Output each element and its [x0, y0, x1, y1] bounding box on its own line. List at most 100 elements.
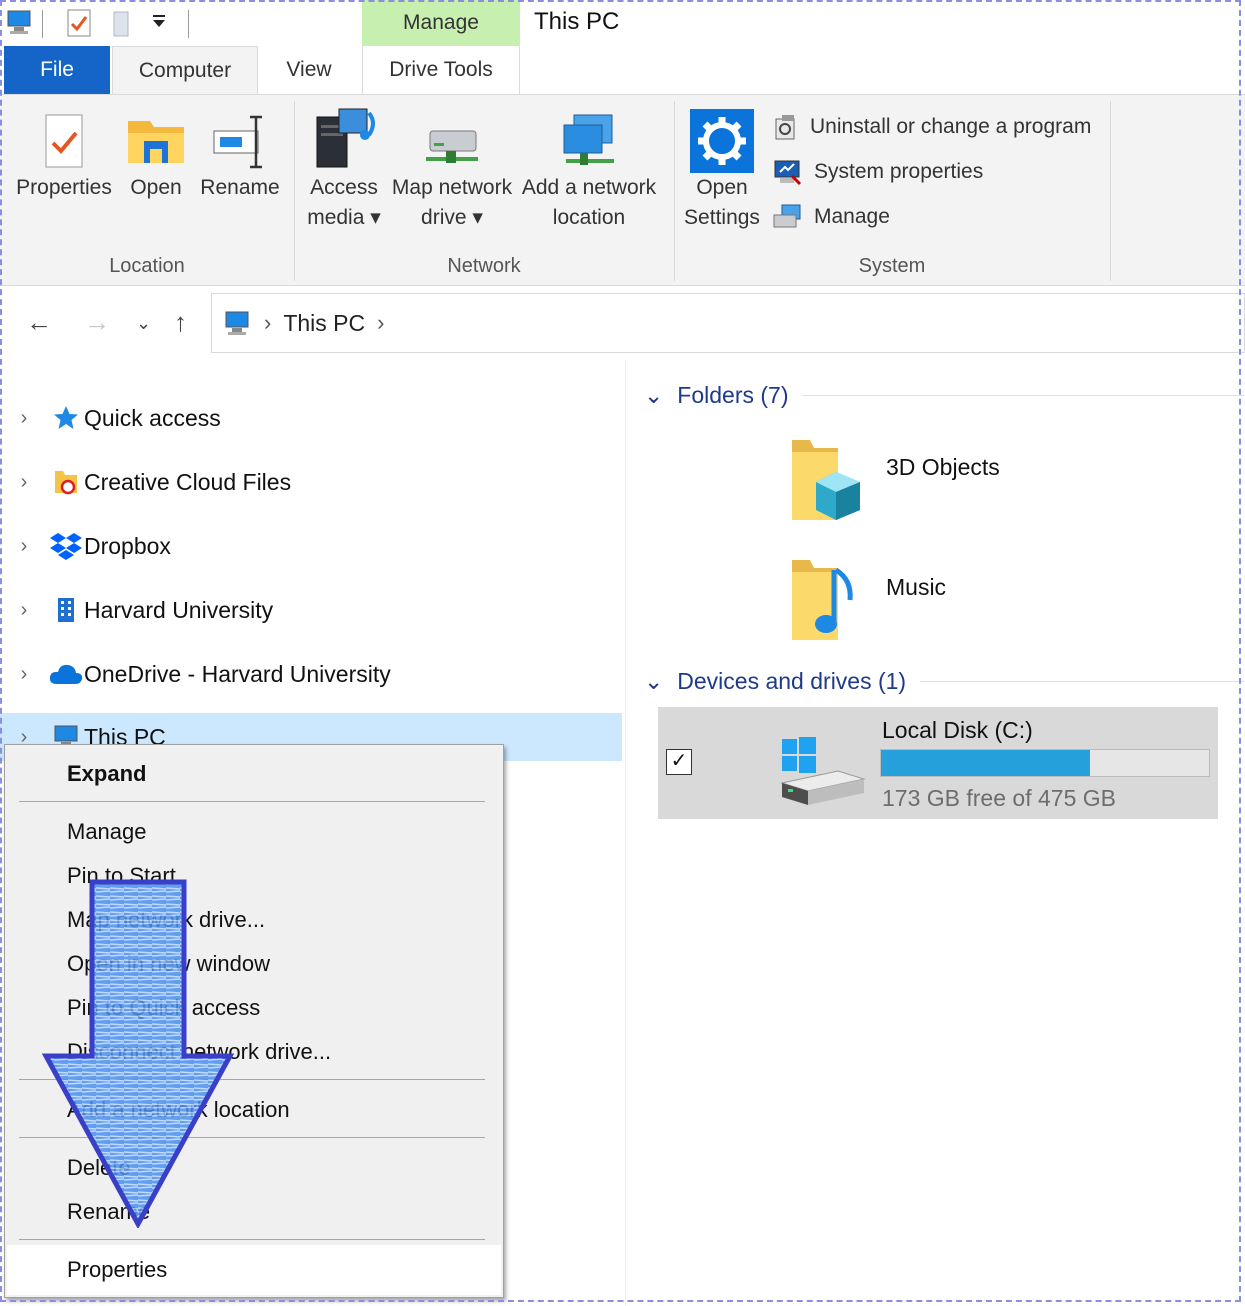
breadcrumb-this-pc[interactable]: This PC — [283, 310, 365, 337]
separator — [188, 10, 189, 38]
music-folder-icon — [792, 560, 853, 640]
nav-item-onedrive[interactable]: › OneDrive - Harvard University — [0, 650, 622, 698]
menu-separator — [19, 1239, 485, 1240]
collapse-chevron-icon[interactable]: ⌄ — [644, 382, 663, 409]
computer-icon — [4, 8, 34, 41]
menu-item-properties[interactable]: Properties — [67, 1257, 167, 1283]
devices-group-header[interactable]: ⌄ Devices and drives (1) — [644, 668, 1244, 695]
down-arrow-annotation-icon — [41, 879, 235, 1228]
separator — [1110, 101, 1111, 281]
properties-check-icon[interactable] — [66, 8, 92, 43]
rename-button[interactable]: Rename — [198, 111, 282, 203]
group-system-label: System — [858, 255, 926, 277]
windows-drive-icon — [780, 737, 866, 805]
devices-header-label: Devices and drives (1) — [677, 668, 907, 694]
manage-label: Manage — [814, 205, 890, 228]
separator — [42, 10, 43, 38]
add-location-label-1: Add a network — [521, 176, 657, 199]
drive-usage-bar — [880, 749, 1210, 777]
separator — [294, 101, 295, 281]
map-drive-label-2: drive ▾ — [421, 206, 483, 229]
drive-free-space: 173 GB free of 475 GB — [882, 785, 1116, 811]
menu-item-manage[interactable]: Manage — [67, 819, 147, 845]
properties-icon — [45, 114, 83, 168]
folders-group-header[interactable]: ⌄ Folders (7) — [644, 382, 1244, 409]
tab-file[interactable]: File — [4, 46, 110, 94]
3d-objects-folder-icon — [792, 440, 860, 520]
creative-cloud-folder-icon — [48, 467, 84, 497]
computer-icon — [225, 311, 249, 335]
window-title: This PC — [534, 8, 620, 35]
properties-button[interactable]: Properties — [12, 111, 116, 203]
tab-drive-tools[interactable]: Drive Tools — [362, 46, 520, 94]
address-bar[interactable]: › This PC › — [211, 293, 1245, 353]
system-properties-icon — [774, 160, 802, 186]
group-location-label: Location — [109, 255, 185, 277]
expand-chevron-icon[interactable]: › — [0, 471, 48, 494]
drive-local-disk-c[interactable]: ✓ Local Disk (C:) 173 GB free of 475 GB — [658, 707, 1218, 819]
network-location-icon — [563, 114, 614, 165]
open-settings-label-2: Settings — [684, 206, 760, 229]
system-properties-button[interactable]: System properties — [772, 158, 983, 186]
nav-label: Dropbox — [84, 532, 171, 559]
divider — [802, 395, 1244, 396]
expand-chevron-icon[interactable]: › — [0, 663, 48, 686]
content-pane: ⌄ Folders (7) 3D Objects Music ⌄ Devices… — [626, 360, 1245, 1306]
collapse-chevron-icon[interactable]: ⌄ — [644, 668, 663, 695]
recent-locations-chevron-icon[interactable]: ⌄ — [136, 313, 151, 334]
customize-toolbar-icon[interactable] — [150, 12, 168, 35]
nav-label: Creative Cloud Files — [84, 468, 292, 495]
star-icon — [48, 404, 84, 432]
access-media-button[interactable]: Access media ▾ — [302, 105, 386, 233]
ribbon-tabs: File Computer View Drive Tools — [0, 46, 1245, 94]
navigation-bar: ← → ⌄ ↑ › This PC › — [0, 287, 1245, 359]
open-settings-label-1: Open — [696, 176, 748, 199]
drive-usage-fill — [881, 750, 1090, 776]
rename-icon — [213, 115, 262, 169]
menu-item-expand[interactable]: Expand — [67, 761, 146, 787]
add-network-location-button[interactable]: Add a network location — [518, 111, 660, 233]
nav-item-creative-cloud[interactable]: › Creative Cloud Files — [0, 458, 622, 506]
new-folder-icon[interactable] — [110, 8, 138, 43]
folder-label: Music — [886, 574, 947, 600]
breadcrumb-chevron-icon[interactable]: › — [377, 310, 384, 336]
nav-label: Harvard University — [84, 596, 274, 623]
breadcrumb-chevron-icon[interactable]: › — [264, 310, 271, 336]
open-folder-icon — [128, 121, 184, 163]
manage-context-header: Manage — [362, 0, 520, 46]
onedrive-cloud-icon — [48, 662, 84, 686]
expand-chevron-icon[interactable]: › — [0, 407, 48, 430]
map-drive-label-1: Map network — [391, 176, 513, 199]
folder-3d-objects[interactable]: 3D Objects — [786, 436, 1000, 526]
map-network-drive-button[interactable]: Map network drive ▾ — [390, 121, 514, 233]
up-arrow-icon[interactable]: ↑ — [174, 307, 187, 338]
uninstall-label: Uninstall or change a program — [810, 115, 1092, 138]
properties-label: Properties — [16, 176, 112, 199]
dropbox-icon — [48, 531, 84, 561]
tab-view[interactable]: View — [268, 46, 350, 94]
tab-computer[interactable]: Computer — [112, 46, 258, 94]
folder-label: 3D Objects — [886, 454, 1000, 480]
expand-chevron-icon[interactable]: › — [0, 599, 48, 622]
nav-label: OneDrive - Harvard University — [84, 660, 391, 687]
manage-button[interactable]: Manage — [772, 203, 890, 231]
computer-management-icon — [773, 204, 801, 228]
open-settings-button[interactable]: Open Settings — [680, 109, 764, 233]
menu-separator — [19, 801, 485, 802]
divider — [920, 681, 1244, 682]
expand-chevron-icon[interactable]: › — [0, 535, 48, 558]
nav-item-harvard[interactable]: › Harvard University — [0, 586, 622, 634]
back-arrow-icon[interactable]: ← — [26, 307, 52, 338]
nav-item-dropbox[interactable]: › Dropbox — [0, 522, 622, 570]
forward-arrow-icon[interactable]: → — [84, 307, 110, 338]
drive-checkbox[interactable]: ✓ — [666, 749, 692, 775]
add-location-label-2: location — [552, 206, 626, 229]
nav-item-quick-access[interactable]: › Quick access — [0, 394, 622, 442]
ribbon: Properties Open Rename Location Access m… — [0, 94, 1245, 286]
uninstall-program-button[interactable]: Uninstall or change a program — [772, 113, 1091, 141]
access-media-label-1: Access — [310, 176, 378, 199]
access-media-label-2: media ▾ — [307, 206, 381, 229]
folder-music[interactable]: Music — [786, 556, 946, 646]
open-button[interactable]: Open — [122, 111, 190, 203]
media-server-icon — [316, 108, 375, 168]
